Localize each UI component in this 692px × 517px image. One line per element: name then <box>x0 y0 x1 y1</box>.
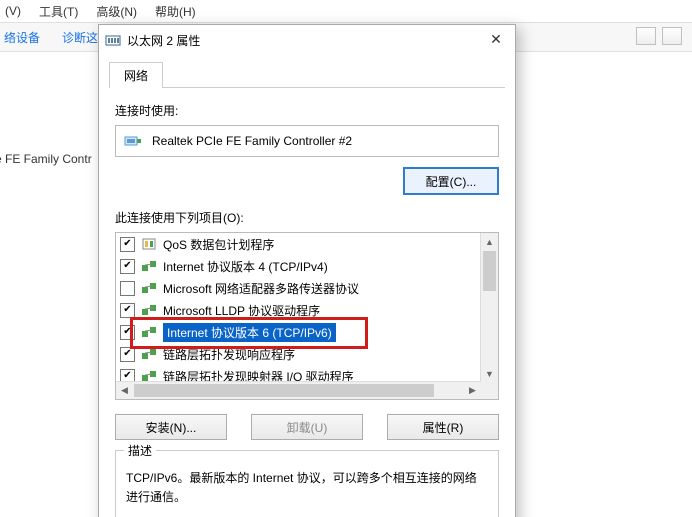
item-label: QoS 数据包计划程序 <box>163 236 274 253</box>
configure-button[interactable]: 配置(C)... <box>403 167 499 195</box>
item-label: Internet 协议版本 4 (TCP/IPv4) <box>163 258 328 275</box>
items-label: 此连接使用下列项目(O): <box>115 209 499 226</box>
description-legend: 描述 <box>124 442 156 461</box>
scroll-left-arrow-icon[interactable]: ◀ <box>116 382 133 399</box>
toolbar-item-b[interactable]: 诊断这 <box>58 29 102 46</box>
menu-advanced[interactable]: 高级(N) <box>96 3 137 20</box>
connect-using-label: 连接时使用: <box>115 102 499 119</box>
item-label: Microsoft 网络适配器多路传送器协议 <box>163 280 359 297</box>
close-button[interactable]: ✕ <box>483 29 509 49</box>
close-icon: ✕ <box>490 31 502 48</box>
tab-strip: 网络 <box>109 61 505 87</box>
item-label: Microsoft LLDP 协议驱动程序 <box>163 302 320 319</box>
protocol-icon <box>141 347 157 361</box>
protocol-icon <box>141 259 157 273</box>
background-adapter-label: e FE Family Contr <box>0 152 92 166</box>
menu-tools[interactable]: 工具(T) <box>39 3 78 20</box>
item-checkbox[interactable] <box>120 303 135 318</box>
properties-dialog: 以太网 2 属性 ✕ 网络 连接时使用: Realtek PCIe FE Fam… <box>98 24 516 517</box>
item-label: Internet 协议版本 6 (TCP/IPv6) <box>163 323 336 342</box>
vertical-scrollbar[interactable]: ▲ ▼ <box>480 233 498 382</box>
menu-view[interactable]: (V) <box>5 4 21 18</box>
properties-button[interactable]: 属性(R) <box>387 414 499 440</box>
item-checkbox[interactable] <box>120 325 135 340</box>
protocol-icon <box>141 325 157 339</box>
qos-icon <box>141 237 157 251</box>
scroll-right-arrow-icon[interactable]: ▶ <box>464 382 481 399</box>
tab-network[interactable]: 网络 <box>109 62 163 88</box>
list-item[interactable]: Internet 协议版本 4 (TCP/IPv4) <box>116 255 481 277</box>
list-item[interactable]: 链路层拓扑发现响应程序 <box>116 343 481 365</box>
toolbar-help-icon[interactable] <box>662 27 682 45</box>
scroll-down-arrow-icon[interactable]: ▼ <box>481 365 498 382</box>
description-text: TCP/IPv6。最新版本的 Internet 协议，可以跨多个相互连接的网络进… <box>126 469 488 507</box>
item-checkbox[interactable] <box>120 237 135 252</box>
scroll-corner <box>481 382 498 399</box>
horizontal-scroll-thumb[interactable] <box>134 384 434 397</box>
items-listbox[interactable]: QoS 数据包计划程序 Internet 协议版本 4 (TCP/IPv4) Mic… <box>115 232 499 400</box>
horizontal-scrollbar[interactable]: ◀ ▶ <box>116 381 481 399</box>
uninstall-button: 卸载(U) <box>251 414 363 440</box>
toolbar-item-a[interactable]: 络设备 <box>0 29 44 46</box>
ethernet-icon <box>105 32 121 48</box>
menu-help[interactable]: 帮助(H) <box>155 3 196 20</box>
list-item[interactable]: Microsoft LLDP 协议驱动程序 <box>116 299 481 321</box>
list-item[interactable]: 链路层拓扑发现映射器 I/O 驱动程序 <box>116 365 481 382</box>
dialog-titlebar: 以太网 2 属性 <box>99 25 515 55</box>
list-item[interactable]: Internet 协议版本 6 (TCP/IPv6) <box>116 321 481 343</box>
background-menubar: (V) 工具(T) 高级(N) 帮助(H) <box>0 0 692 22</box>
adapter-field[interactable]: Realtek PCIe FE Family Controller #2 <box>115 125 499 157</box>
protocol-icon <box>141 303 157 317</box>
item-checkbox[interactable] <box>120 281 135 296</box>
item-checkbox[interactable] <box>120 369 135 383</box>
list-item[interactable]: QoS 数据包计划程序 <box>116 233 481 255</box>
item-checkbox[interactable] <box>120 259 135 274</box>
install-button[interactable]: 安装(N)... <box>115 414 227 440</box>
protocol-icon <box>141 281 157 295</box>
scroll-up-arrow-icon[interactable]: ▲ <box>481 233 498 250</box>
network-card-icon <box>124 134 142 148</box>
vertical-scroll-thumb[interactable] <box>483 251 496 291</box>
item-checkbox[interactable] <box>120 347 135 362</box>
dialog-title-text: 以太网 2 属性 <box>127 32 200 49</box>
adapter-name: Realtek PCIe FE Family Controller #2 <box>152 134 352 148</box>
list-item[interactable]: Microsoft 网络适配器多路传送器协议 <box>116 277 481 299</box>
toolbar-view-icon[interactable] <box>636 27 656 45</box>
item-label: 链路层拓扑发现映射器 I/O 驱动程序 <box>163 368 354 383</box>
item-label: 链路层拓扑发现响应程序 <box>163 346 295 363</box>
description-groupbox: 描述 TCP/IPv6。最新版本的 Internet 协议，可以跨多个相互连接的… <box>115 450 499 517</box>
